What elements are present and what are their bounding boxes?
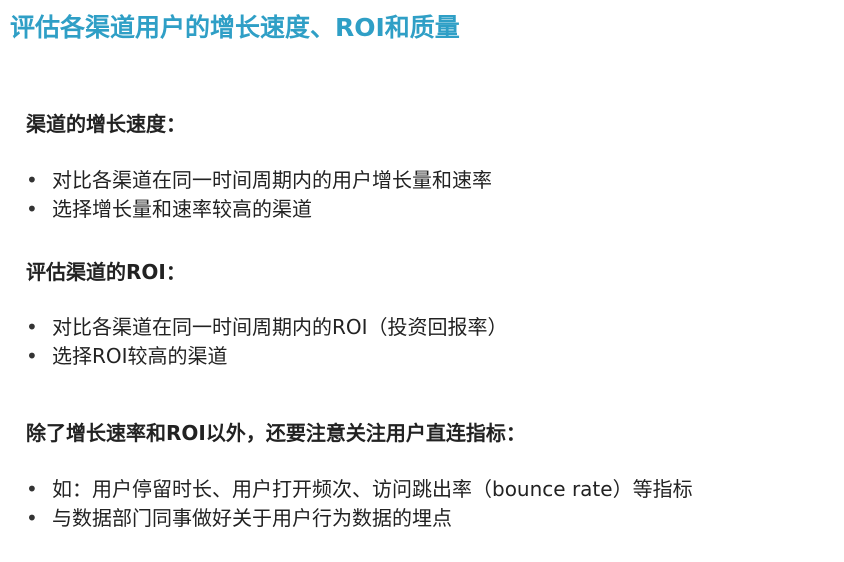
section-heading-user-metrics: 除了增长速率和ROI以外，还要注意关注用户直连指标：	[26, 421, 526, 445]
bullet-dot: •	[26, 168, 38, 192]
bullet-text: 如：用户停留时长、用户打开频次、访问跳出率（bounce rate）等指标	[52, 477, 693, 501]
list-item: • 选择增长量和速率较高的渠道	[26, 195, 492, 224]
bullet-dot: •	[26, 197, 38, 221]
bullet-text: 选择增长量和速率较高的渠道	[52, 197, 312, 221]
list-item: • 对比各渠道在同一时间周期内的ROI（投资回报率）	[26, 313, 508, 342]
section-heading-roi: 评估渠道的ROI：	[26, 260, 186, 284]
bullet-dot: •	[26, 344, 38, 368]
list-item: • 选择ROI较高的渠道	[26, 342, 508, 371]
list-item: • 与数据部门同事做好关于用户行为数据的埋点	[26, 504, 693, 533]
bullet-dot: •	[26, 477, 38, 501]
bullet-list-user-metrics: • 如：用户停留时长、用户打开频次、访问跳出率（bounce rate）等指标 •…	[26, 475, 693, 533]
bullet-dot: •	[26, 506, 38, 530]
bullet-text: 对比各渠道在同一时间周期内的ROI（投资回报率）	[52, 315, 508, 339]
list-item: • 对比各渠道在同一时间周期内的用户增长量和速率	[26, 166, 492, 195]
bullet-text: 选择ROI较高的渠道	[52, 344, 228, 368]
bullet-list-roi: • 对比各渠道在同一时间周期内的ROI（投资回报率） • 选择ROI较高的渠道	[26, 313, 508, 371]
bullet-text: 与数据部门同事做好关于用户行为数据的埋点	[52, 506, 452, 530]
list-item: • 如：用户停留时长、用户打开频次、访问跳出率（bounce rate）等指标	[26, 475, 693, 504]
bullet-text: 对比各渠道在同一时间周期内的用户增长量和速率	[52, 168, 492, 192]
slide-title: 评估各渠道用户的增长速度、ROI和质量	[10, 13, 460, 42]
bullet-dot: •	[26, 315, 38, 339]
section-heading-growth-speed: 渠道的增长速度：	[26, 112, 186, 136]
bullet-list-growth-speed: • 对比各渠道在同一时间周期内的用户增长量和速率 • 选择增长量和速率较高的渠道	[26, 166, 492, 224]
